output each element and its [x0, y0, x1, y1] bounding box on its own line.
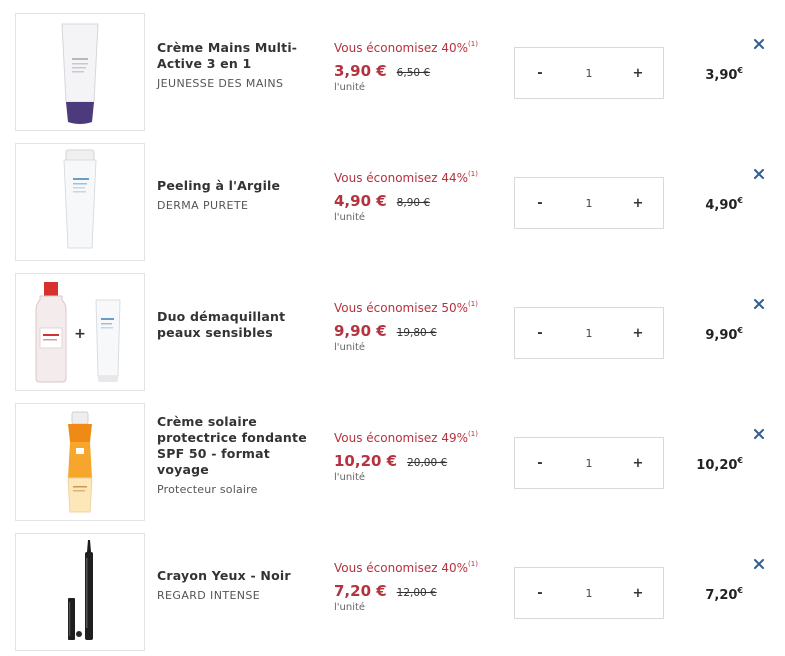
peeling-tube-icon: [63, 149, 97, 249]
product-image[interactable]: [15, 143, 145, 261]
product-image[interactable]: [15, 403, 145, 521]
eye-pencil-icon: [68, 540, 93, 640]
unit-label: l'unité: [334, 212, 366, 223]
line-total: 10,20€: [696, 456, 743, 473]
quantity-stepper: - 1 +: [514, 437, 664, 489]
quantity-stepper: - 1 +: [514, 47, 664, 99]
price-block: Vous économisez 50%(1) 9,90 € 19,80 € l'u…: [334, 300, 509, 353]
old-price: 6,50 €: [396, 67, 431, 79]
quantity-input[interactable]: 1: [565, 48, 613, 98]
quantity-stepper: - 1 +: [514, 177, 664, 229]
quantity-stepper: - 1 +: [514, 307, 664, 359]
unit-label: l'unité: [334, 342, 366, 353]
line-total: 9,90€: [705, 326, 743, 343]
product-info: Crème Mains Multi-Active 3 en 1 JEUNESSE…: [157, 0, 317, 130]
decrease-quantity-button[interactable]: -: [515, 178, 565, 228]
product-line: REGARD INTENSE: [157, 588, 261, 602]
product-info: Crayon Yeux - Noir REGARD INTENSE: [157, 520, 317, 650]
product-line: DERMA PURETE: [157, 198, 249, 212]
unit-label: l'unité: [334, 82, 366, 93]
price-block: Vous économisez 44%(1) 4,90 € 8,90 € l'un…: [334, 170, 509, 223]
cart-item: Crème solaire protectrice fondante SPF 5…: [0, 390, 785, 521]
price-block: Vous économisez 40%(1) 3,90 € 6,50 € l'un…: [334, 40, 509, 93]
remove-item-icon[interactable]: [752, 297, 766, 311]
product-name[interactable]: Crème solaire protectrice fondante SPF 5…: [157, 414, 317, 478]
cart-item: Crayon Yeux - Noir REGARD INTENSE Vous é…: [0, 520, 785, 651]
decrease-quantity-button[interactable]: -: [515, 48, 565, 98]
unit-price: 7,20 €: [334, 582, 387, 600]
increase-quantity-button[interactable]: +: [613, 48, 663, 98]
remove-item-icon[interactable]: [752, 167, 766, 181]
product-info: Crème solaire protectrice fondante SPF 5…: [157, 390, 317, 520]
hand-cream-tube-icon: [61, 23, 99, 124]
line-total: 3,90€: [705, 66, 743, 83]
line-total: 4,90€: [705, 196, 743, 213]
savings-text: Vous économisez 49%(1): [334, 430, 478, 445]
unit-label: l'unité: [334, 472, 366, 483]
unit-price: 10,20 €: [334, 452, 398, 470]
quantity-stepper: - 1 +: [514, 567, 664, 619]
remove-item-icon[interactable]: [752, 427, 766, 441]
cart-item: Peeling à l'Argile DERMA PURETE Vous éco…: [0, 130, 785, 261]
footnote-ref: (1): [468, 300, 478, 308]
old-price: 8,90 €: [396, 197, 431, 209]
increase-quantity-button[interactable]: +: [613, 568, 663, 618]
footnote-ref: (1): [468, 560, 478, 568]
micellar-duo-icon: +: [35, 282, 121, 383]
savings-text: Vous économisez 50%(1): [334, 300, 478, 315]
old-price: 20,00 €: [407, 457, 448, 469]
remove-item-icon[interactable]: [752, 557, 766, 571]
product-image[interactable]: [15, 13, 145, 131]
product-name[interactable]: Duo démaquillant peaux sensibles: [157, 309, 317, 341]
product-info: Duo démaquillant peaux sensibles: [157, 260, 317, 390]
product-name[interactable]: Crayon Yeux - Noir: [157, 568, 317, 584]
price-block: Vous économisez 40%(1) 7,20 € 12,00 € l'u…: [334, 560, 509, 613]
quantity-input[interactable]: 1: [565, 568, 613, 618]
increase-quantity-button[interactable]: +: [613, 308, 663, 358]
quantity-input[interactable]: 1: [565, 438, 613, 488]
increase-quantity-button[interactable]: +: [613, 438, 663, 488]
increase-quantity-button[interactable]: +: [613, 178, 663, 228]
savings-text: Vous économisez 44%(1): [334, 170, 478, 185]
unit-label: l'unité: [334, 602, 366, 613]
sunscreen-tube-icon: [67, 411, 93, 513]
decrease-quantity-button[interactable]: -: [515, 308, 565, 358]
savings-text: Vous économisez 40%(1): [334, 560, 478, 575]
product-image[interactable]: [15, 533, 145, 651]
product-image[interactable]: +: [15, 273, 145, 391]
product-line: Protecteur solaire: [157, 482, 258, 496]
footnote-ref: (1): [468, 430, 478, 438]
price-block: Vous économisez 49%(1) 10,20 € 20,00 € l'…: [334, 430, 509, 483]
quantity-input[interactable]: 1: [565, 308, 613, 358]
unit-price: 4,90 €: [334, 192, 387, 210]
cart-item: Crème Mains Multi-Active 3 en 1 JEUNESSE…: [0, 0, 785, 131]
decrease-quantity-button[interactable]: -: [515, 438, 565, 488]
unit-price: 3,90 €: [334, 62, 387, 80]
cart-item: + Duo démaquillant peaux sensibles Vous …: [0, 260, 785, 391]
savings-text: Vous économisez 40%(1): [334, 40, 478, 55]
footnote-ref: (1): [468, 170, 478, 178]
line-total: 7,20€: [705, 586, 743, 603]
product-name[interactable]: Peeling à l'Argile: [157, 178, 317, 194]
footnote-ref: (1): [468, 40, 478, 48]
unit-price: 9,90 €: [334, 322, 387, 340]
old-price: 19,80 €: [396, 327, 437, 339]
quantity-input[interactable]: 1: [565, 178, 613, 228]
svg-text:+: +: [74, 326, 86, 342]
old-price: 12,00 €: [396, 587, 437, 599]
product-name[interactable]: Crème Mains Multi-Active 3 en 1: [157, 40, 317, 72]
product-info: Peeling à l'Argile DERMA PURETE: [157, 130, 317, 260]
decrease-quantity-button[interactable]: -: [515, 568, 565, 618]
product-line: JEUNESSE DES MAINS: [157, 76, 284, 90]
remove-item-icon[interactable]: [752, 37, 766, 51]
